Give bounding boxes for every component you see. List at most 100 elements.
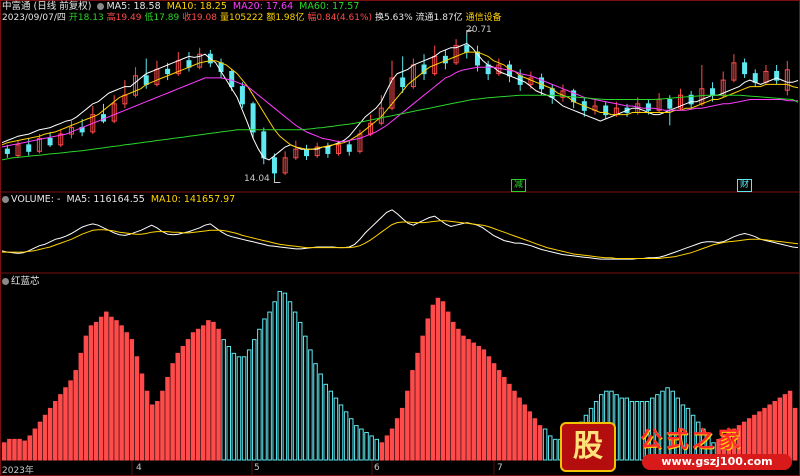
sector-label[interactable]: 通信设备 (466, 13, 502, 23)
indicator-bar (343, 411, 349, 461)
volume-chart-pane (1, 209, 799, 260)
low-label: 低17.89 (144, 13, 180, 23)
indicator-bar (27, 435, 33, 461)
indicator-bar (292, 311, 298, 461)
indicator-bar (471, 342, 476, 461)
settings-dot-icon[interactable] (97, 3, 105, 10)
indicator-bar (124, 332, 129, 461)
indicator-bar (374, 438, 379, 461)
indicator-bar (435, 297, 441, 461)
indicator-bar (98, 316, 104, 461)
time-axis-label: 2023年 (2, 466, 34, 476)
volume-ma5-label: MA5: 116164.55 (66, 194, 145, 205)
indicator-settings-icon[interactable] (2, 278, 9, 285)
indicator-bar (185, 339, 191, 461)
watermark-logo: 股 (560, 422, 616, 472)
indicator-bar (68, 380, 73, 461)
indicator-bar (257, 328, 262, 461)
indicator-bar (211, 321, 216, 461)
volume-name[interactable]: VOLUME: - (11, 194, 60, 205)
indicator-bar (241, 356, 247, 461)
indicator-bar (165, 376, 170, 461)
indicator-bar (149, 404, 155, 461)
indicator-bar (308, 349, 313, 461)
indicator-bar (53, 401, 58, 461)
indicator-bar (461, 335, 466, 461)
candle-body (261, 131, 267, 159)
quote-info-bar: 2023/09/07/四 开18.13 高19.49 低17.89 收19.08 量105… (0, 11, 800, 25)
candle-body (464, 45, 470, 53)
indicator-bar (175, 352, 180, 461)
indicator-bar (2, 442, 7, 461)
candle-body (47, 137, 53, 146)
indicator-bar (246, 349, 252, 461)
candle-body (26, 144, 32, 152)
candle-body (346, 144, 352, 152)
low-price-mark: 14.04 (244, 174, 270, 184)
candle-body (271, 157, 277, 174)
indicator-bar (42, 414, 48, 461)
volume-ma-line-ma10 (2, 220, 799, 259)
indicator-bar (201, 325, 206, 461)
indicator-bar (348, 418, 354, 461)
indicator-bar (502, 376, 507, 461)
watermark-title: 公式之家 (640, 427, 745, 453)
candle-body (304, 148, 310, 157)
indicator-bar (12, 438, 17, 461)
indicator-name[interactable]: 红蓝芯 (11, 276, 40, 287)
change-label: 幅0.84(4.61%) (307, 13, 373, 23)
candle-body (229, 70, 235, 88)
indicator-bar (104, 311, 109, 461)
indicator-bar (466, 339, 471, 461)
indicator-bar (17, 438, 22, 461)
volume-ma10-label: MA10: 141657.97 (150, 194, 236, 205)
indicator-bar (252, 339, 257, 461)
indicator-bar (451, 321, 456, 461)
indicator-bar (384, 435, 390, 461)
indicator-bar (364, 431, 369, 461)
indicator-bar (272, 301, 277, 461)
time-axis-label: 6 (374, 463, 380, 473)
indicator-bar (318, 373, 323, 461)
indicator-bar (359, 428, 364, 461)
volume-label: 量105222 (219, 13, 264, 23)
reduce-holding-flag[interactable]: 减 (511, 179, 527, 192)
indicator-bar (542, 428, 548, 461)
indicator-bar (425, 318, 431, 461)
indicator-bar (456, 328, 461, 461)
chart-canvas (0, 0, 800, 476)
indicator-bar (226, 345, 232, 461)
indicator-bar (389, 428, 395, 461)
indicator-bar (22, 440, 27, 461)
indicator-bar (195, 328, 201, 461)
indicator-bar (547, 435, 553, 461)
indicator-bar (476, 345, 482, 461)
indicator-bar (420, 335, 425, 461)
indicator-bar (93, 321, 99, 461)
indicator-bar (532, 418, 538, 461)
open-label: 开18.13 (68, 13, 104, 23)
candle-body (485, 64, 491, 75)
indicator-bar (88, 325, 94, 461)
indicator-bar (440, 301, 446, 461)
indicator-bar (63, 387, 68, 461)
indicator-bar (139, 373, 145, 461)
indicator-bar (160, 390, 165, 461)
indicator-bar (78, 352, 84, 461)
indicator-bar (522, 404, 527, 461)
volume-settings-icon[interactable] (2, 196, 9, 203)
indicator-bar (354, 425, 359, 461)
indicator-bar (287, 301, 293, 461)
indicator-bar (221, 339, 226, 461)
indicator-bar (394, 418, 400, 461)
indicator-bar (303, 335, 308, 461)
indicator-bar (410, 370, 415, 461)
indicator-bar (338, 404, 344, 461)
indicator-bar (313, 363, 318, 461)
indicator-bar (405, 390, 410, 461)
earnings-flag[interactable]: 财 (737, 179, 753, 192)
candle-body (165, 68, 171, 75)
indicator-bar (496, 370, 502, 461)
indicator-bar (445, 311, 451, 461)
indicator-bar (134, 356, 140, 461)
